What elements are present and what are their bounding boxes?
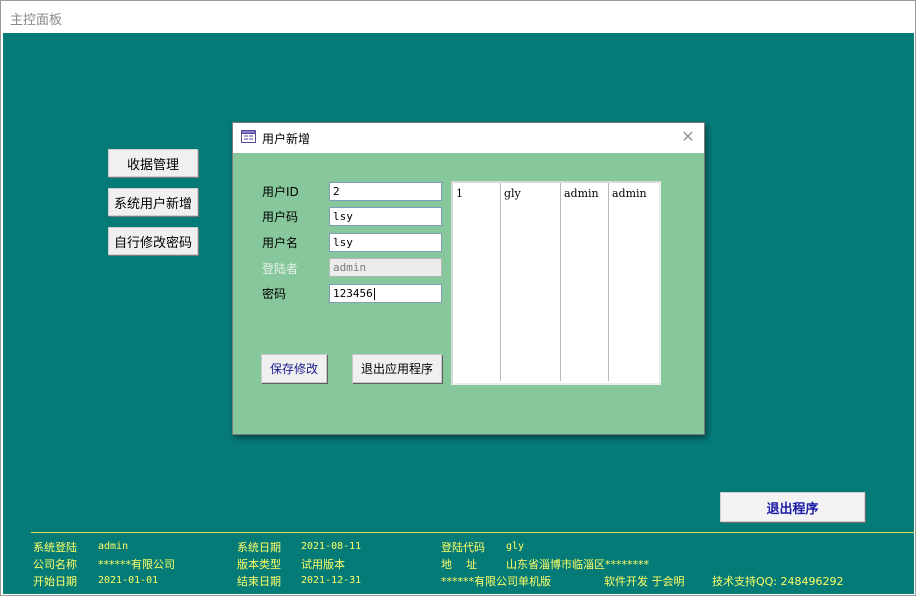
dialog-title-bar: 用户新增 ✕ [233, 123, 704, 153]
address-label: 地 址 [441, 558, 477, 571]
password-field[interactable]: 123456 [329, 284, 442, 303]
save-changes-button[interactable]: 保存修改 [261, 354, 327, 383]
end-date-value: 2021-12-31 [301, 575, 362, 586]
end-date-label: 结束日期 [237, 575, 281, 588]
login-code-label: 登陆代码 [441, 541, 485, 554]
login-user-field: admin [329, 258, 442, 277]
main-window: 主控面板 收据管理 系统用户新增 自行修改密码 退出程序 系统登陆 admin … [0, 0, 916, 596]
close-icon[interactable]: ✕ [680, 129, 696, 145]
version-value: 试用版本 [301, 558, 345, 571]
quit-application-button[interactable]: 退出应用程序 [352, 354, 442, 383]
login-label: 系统登陆 [33, 541, 77, 554]
company-value: ******有限公司 [98, 558, 175, 571]
cell-login: admin [612, 187, 647, 200]
status-divider [31, 532, 915, 533]
user-name-field[interactable]: lsy [329, 233, 442, 252]
add-system-user-button[interactable]: 系统用户新增 [108, 188, 198, 216]
cell-user-name: admin [564, 187, 599, 200]
user-add-dialog: 用户新增 ✕ 用户ID 2 用户码 lsy 用户名 lsy 登陆者 admin … [232, 122, 705, 435]
window-title: 主控面板 [10, 13, 63, 28]
title-bar: 主控面板 [1, 1, 915, 32]
password-value: 123456 [333, 287, 373, 300]
login-value: admin [98, 541, 129, 552]
column-separator [608, 183, 609, 381]
login-user-label: 登陆者 [262, 262, 299, 276]
user-code-field[interactable]: lsy [329, 207, 442, 226]
column-separator [560, 183, 561, 381]
change-password-button[interactable]: 自行修改密码 [108, 227, 198, 255]
company-label: 公司名称 [33, 558, 77, 571]
user-id-field[interactable]: 2 [329, 182, 442, 201]
cell-user-code: gly [504, 187, 521, 200]
address-value: 山东省淄博市临淄区******** [506, 558, 649, 571]
exit-program-button[interactable]: 退出程序 [720, 492, 865, 522]
form-icon [241, 130, 256, 143]
user-list[interactable]: 1 gly admin admin [451, 181, 661, 385]
login-code-value: gly [506, 541, 525, 552]
system-date-value: 2021-08-11 [301, 541, 362, 552]
text-caret [373, 288, 375, 300]
receipt-management-button[interactable]: 收据管理 [108, 149, 198, 177]
start-date-value: 2021-01-01 [98, 575, 159, 586]
support-text: 技术支持QQ: 248496292 [712, 575, 844, 588]
dialog-title: 用户新增 [262, 132, 311, 146]
version-label: 版本类型 [237, 558, 281, 571]
user-id-label: 用户ID [262, 185, 299, 199]
user-code-label: 用户码 [262, 210, 299, 224]
developer-text: 软件开发 于会明 [604, 575, 685, 588]
user-name-label: 用户名 [262, 236, 299, 250]
column-separator [500, 183, 501, 381]
start-date-label: 开始日期 [33, 575, 77, 588]
system-date-label: 系统日期 [237, 541, 281, 554]
password-label: 密码 [262, 287, 287, 301]
cell-user-id: 1 [456, 187, 463, 200]
edition-text: ******有限公司单机版 [441, 575, 551, 588]
